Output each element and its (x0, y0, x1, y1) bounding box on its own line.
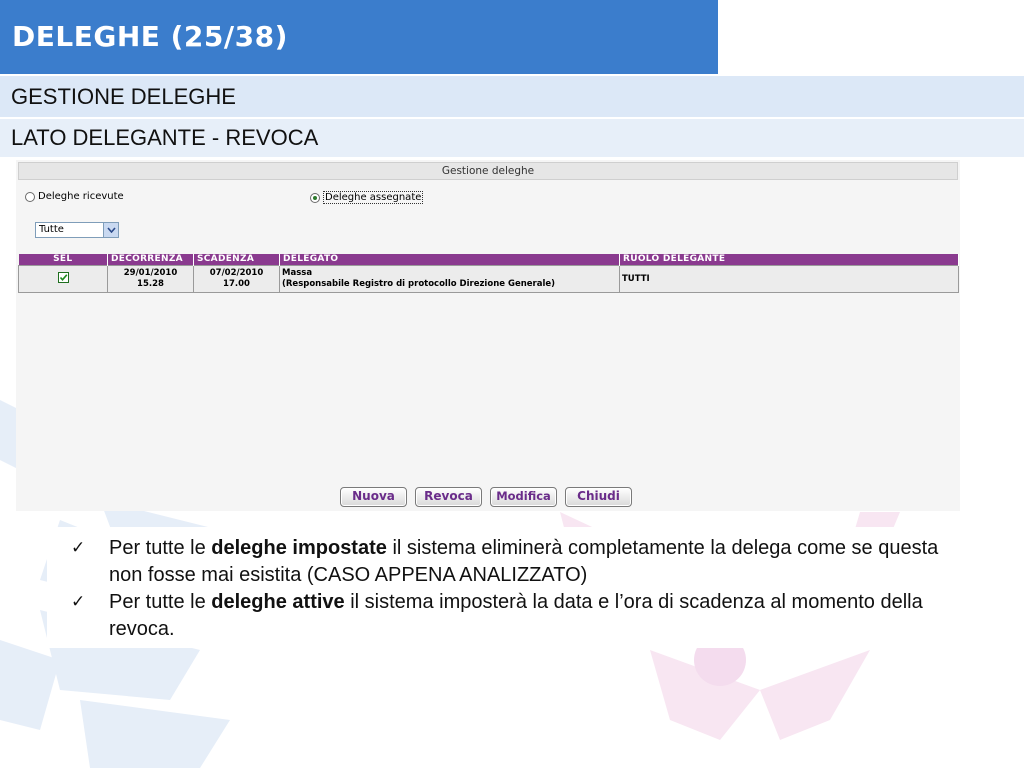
decorrenza-date: 29/01/2010 (123, 268, 178, 278)
column-header-ruolo-delegante: RUOLO DELEGANTE (619, 254, 959, 266)
column-header-delegato: DELEGATO (279, 254, 620, 266)
nuova-button[interactable]: Nuova (340, 487, 407, 507)
radio-label: Deleghe assegnate (323, 191, 424, 204)
note-bold: deleghe impostate (211, 537, 387, 559)
chiudi-button[interactable]: Chiudi (565, 487, 632, 507)
slide-title: DELEGHE (25/38) (0, 0, 718, 74)
delegato-role: (Responsabile Registro di protocollo Dir… (282, 279, 556, 289)
note-item: ✓ Per tutte le deleghe impostate il sist… (71, 535, 969, 589)
check-icon: ✓ (71, 592, 86, 612)
radio-deleghe-ricevute[interactable]: Deleghe ricevute (25, 191, 124, 202)
deleghe-table: SEL DECORRENZA SCADENZA DELEGATO RUOLO D… (18, 254, 959, 293)
radio-label: Deleghe ricevute (38, 191, 124, 202)
check-icon: ✓ (71, 538, 86, 558)
cell-delegato: Massa (Responsabile Registro di protocol… (279, 265, 620, 293)
chevron-down-icon[interactable] (103, 223, 118, 237)
section-heading: GESTIONE DELEGHE (0, 76, 1024, 118)
subsection-heading: LATO DELEGANTE - REVOCA (0, 119, 1024, 157)
scadenza-date: 07/02/2010 (209, 268, 264, 278)
filter-select-value: Tutte (39, 224, 64, 235)
decorrenza-time: 15.28 (137, 279, 164, 289)
filter-select[interactable]: Tutte (35, 222, 119, 238)
notes-panel: ✓ Per tutte le deleghe impostate il sist… (47, 527, 995, 648)
note-item: ✓ Per tutte le deleghe attive il sistema… (71, 589, 969, 643)
note-prefix: Per tutte le (109, 591, 212, 613)
window-header: Gestione deleghe (18, 162, 958, 180)
gestione-deleghe-window: Gestione deleghe Deleghe ricevute Delegh… (16, 160, 960, 511)
column-header-decorrenza: DECORRENZA (107, 254, 194, 266)
note-bold: deleghe attive (211, 591, 345, 613)
modifica-button[interactable]: Modifica (490, 487, 557, 507)
cell-decorrenza: 29/01/2010 15.28 (107, 265, 194, 293)
radio-unchecked-icon (25, 191, 35, 202)
radio-checked-icon (310, 192, 320, 203)
scadenza-time: 17.00 (223, 279, 250, 289)
revoca-button[interactable]: Revoca (415, 487, 482, 507)
cell-sel (18, 265, 108, 293)
column-header-scadenza: SCADENZA (193, 254, 280, 266)
checkbox-checked-icon[interactable] (57, 271, 69, 283)
table-header-row: SEL DECORRENZA SCADENZA DELEGATO RUOLO D… (18, 254, 959, 266)
table-row[interactable]: 29/01/2010 15.28 07/02/2010 17.00 Massa … (18, 265, 959, 293)
cell-scadenza: 07/02/2010 17.00 (193, 265, 280, 293)
cell-ruolo-delegante: TUTTI (619, 265, 959, 293)
note-prefix: Per tutte le (109, 537, 212, 559)
radio-deleghe-assegnate[interactable]: Deleghe assegnate (310, 191, 424, 204)
delegato-name: Massa (282, 268, 313, 278)
column-header-sel: SEL (18, 254, 108, 266)
